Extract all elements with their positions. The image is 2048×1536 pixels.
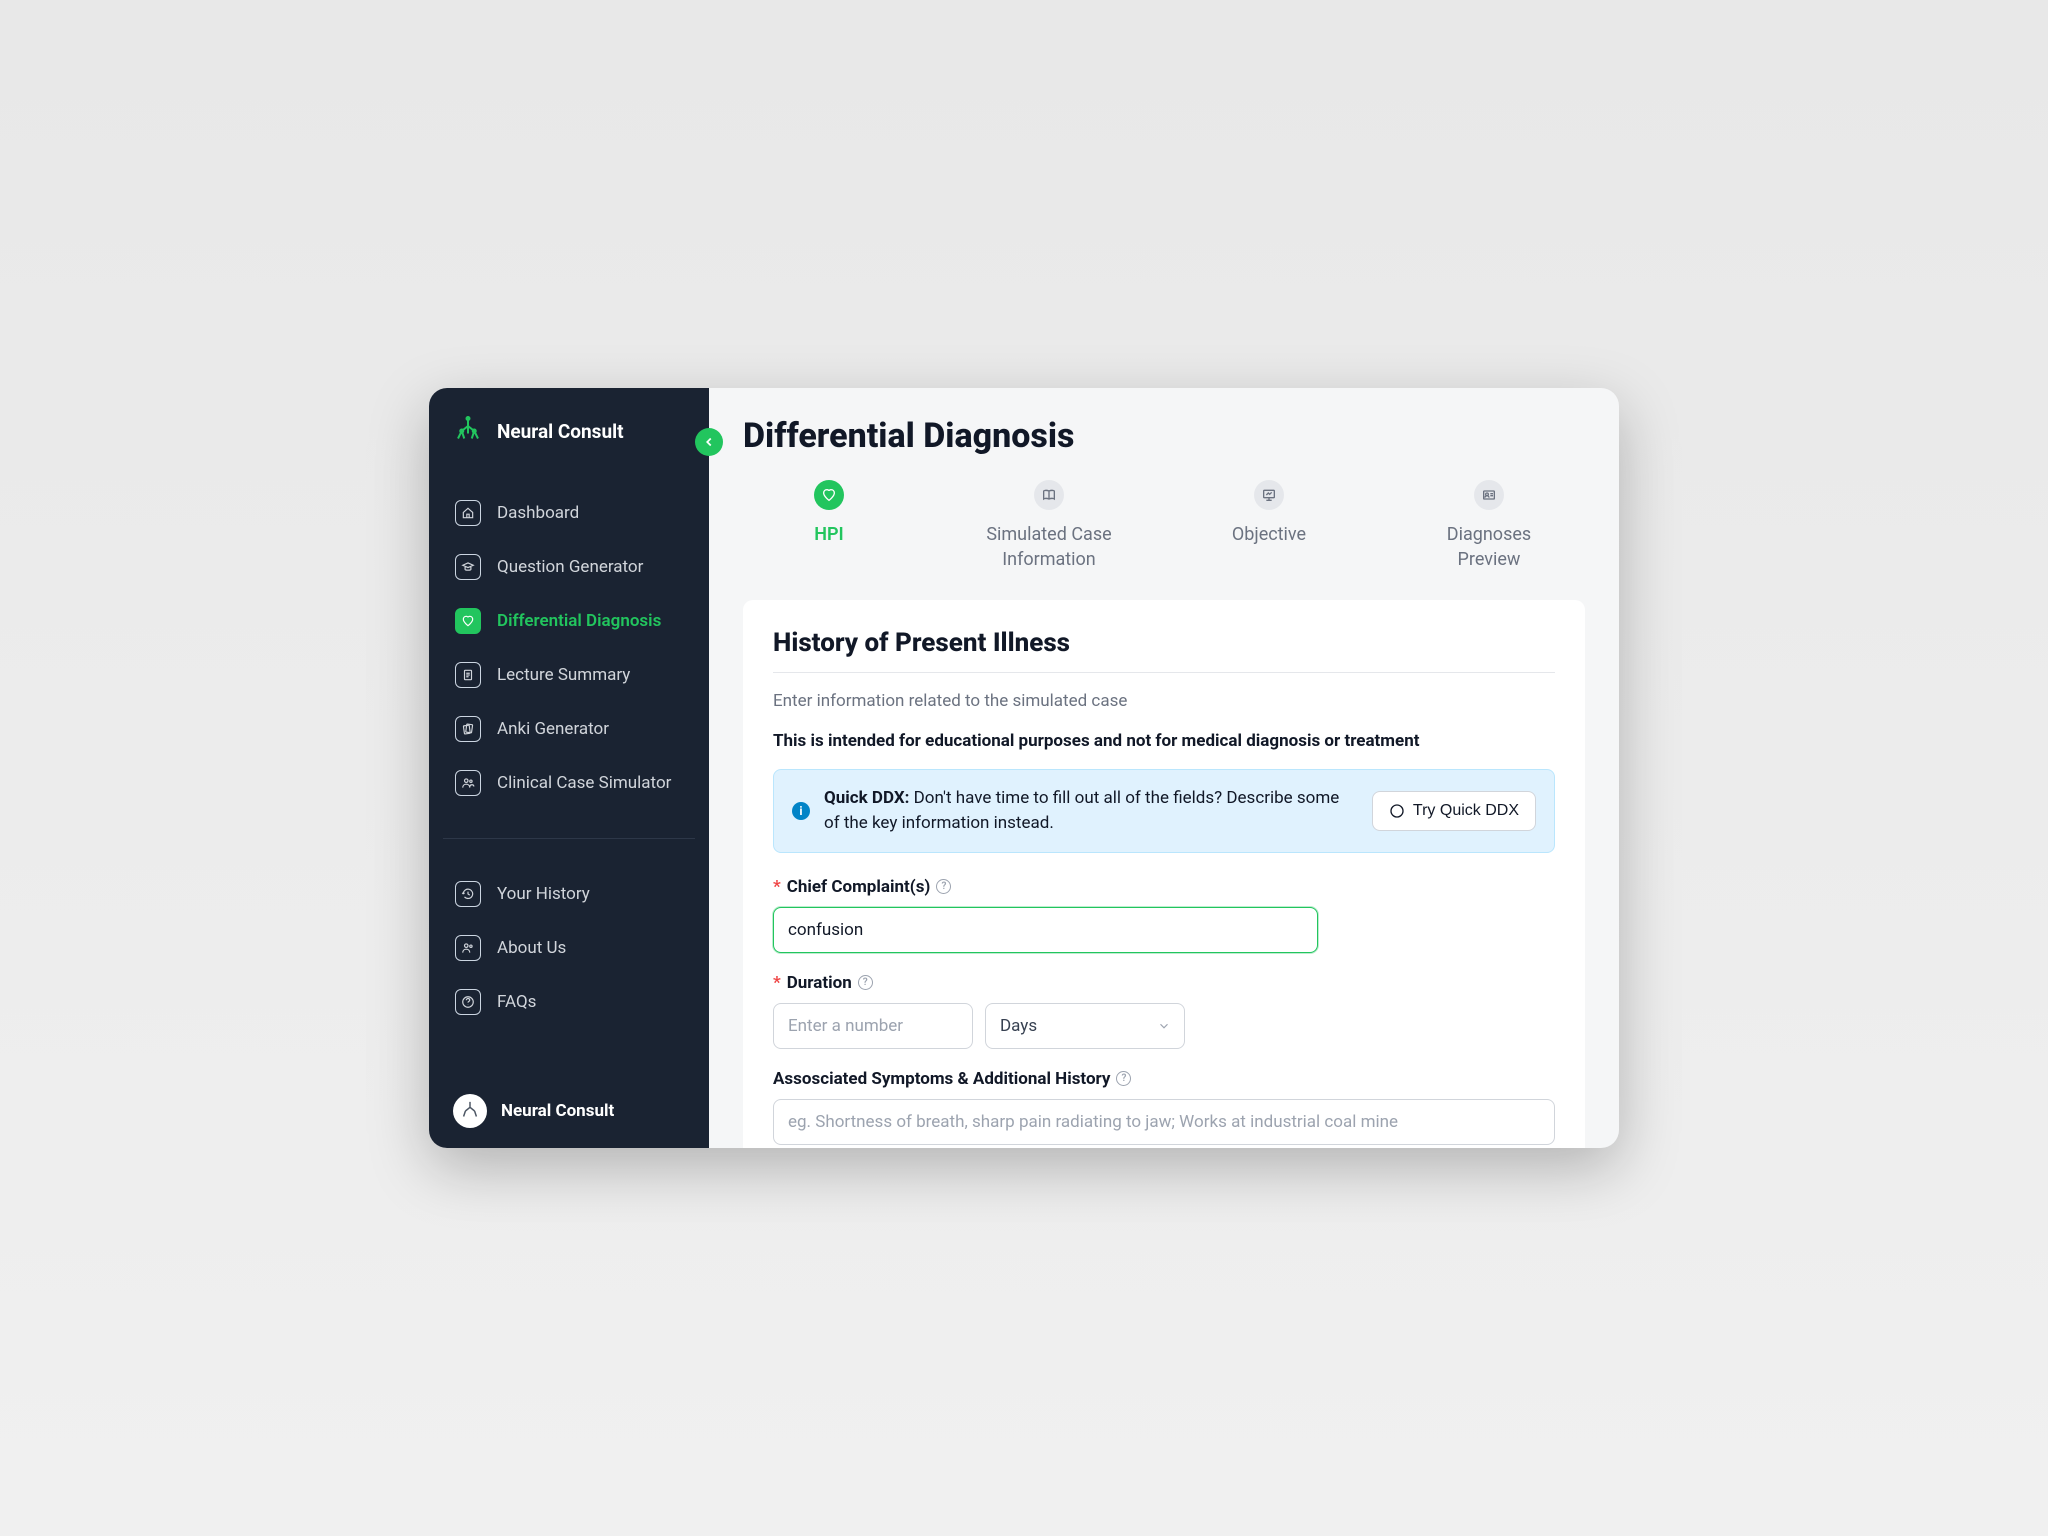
cards-icon (455, 716, 481, 742)
field-label: Assosciated Symptoms & Additional Histor… (773, 1069, 1555, 1089)
people-icon (455, 935, 481, 961)
step-label: Objective (1232, 522, 1306, 547)
document-icon (455, 662, 481, 688)
question-icon (455, 989, 481, 1015)
step-hpi[interactable]: HPI (759, 480, 899, 572)
sidebar-item-label: Question Generator (497, 557, 643, 577)
quick-ddx-alert: i Quick DDX: Don't have time to fill out… (773, 769, 1555, 852)
sidebar-item-label: Anki Generator (497, 719, 609, 739)
avatar (453, 1094, 487, 1128)
help-icon[interactable]: ? (858, 975, 873, 990)
stepper: HPI Simulated Case Information Objective… (743, 480, 1585, 572)
id-card-icon (1474, 480, 1504, 510)
disclaimer-text: This is intended for educational purpose… (773, 731, 1555, 751)
help-icon[interactable]: ? (1116, 1071, 1131, 1086)
chief-complaint-input[interactable] (773, 907, 1318, 953)
heart-icon (814, 480, 844, 510)
duration-unit-select-wrap: Days (985, 1003, 1185, 1049)
sidebar-item-about-us[interactable]: About Us (443, 921, 695, 975)
history-icon (455, 881, 481, 907)
graduation-icon (455, 554, 481, 580)
info-icon: i (792, 802, 810, 820)
brand-name: Neural Consult (497, 420, 624, 443)
sidebar-item-label: About Us (497, 938, 566, 958)
nav-secondary: Your History About Us FAQs (429, 857, 709, 1039)
field-label: * Chief Complaint(s) ? (773, 877, 1555, 897)
sidebar: Neural Consult Dashboard Question Genera… (429, 388, 709, 1148)
alert-text: Quick DDX: Don't have time to fill out a… (824, 786, 1358, 835)
field-associated-symptoms: Assosciated Symptoms & Additional Histor… (773, 1069, 1555, 1145)
associated-symptoms-input[interactable] (773, 1099, 1555, 1145)
app-window: Neural Consult Dashboard Question Genera… (429, 388, 1619, 1148)
sidebar-item-label: Dashboard (497, 503, 579, 523)
step-label: Diagnoses Preview (1419, 522, 1559, 572)
divider (773, 672, 1555, 673)
sidebar-item-differential-diagnosis[interactable]: Differential Diagnosis (443, 594, 695, 648)
book-icon (1034, 480, 1064, 510)
label-text: Chief Complaint(s) (787, 877, 931, 897)
sidebar-item-label: Differential Diagnosis (497, 611, 661, 631)
nav-divider (443, 838, 695, 839)
sidebar-item-label: Lecture Summary (497, 665, 630, 685)
chat-icon (1389, 803, 1405, 819)
neuron-icon (453, 416, 483, 446)
sidebar-item-question-generator[interactable]: Question Generator (443, 540, 695, 594)
sidebar-item-anki-generator[interactable]: Anki Generator (443, 702, 695, 756)
button-label: Try Quick DDX (1413, 802, 1519, 820)
field-chief-complaint: * Chief Complaint(s) ? (773, 877, 1555, 953)
step-objective[interactable]: Objective (1199, 480, 1339, 572)
sidebar-item-label: Your History (497, 884, 590, 904)
presentation-icon (1254, 480, 1284, 510)
step-diagnoses-preview[interactable]: Diagnoses Preview (1419, 480, 1559, 572)
sidebar-item-dashboard[interactable]: Dashboard (443, 486, 695, 540)
sidebar-item-clinical-case-simulator[interactable]: Clinical Case Simulator (443, 756, 695, 810)
field-duration: * Duration ? Days (773, 973, 1555, 1049)
help-icon[interactable]: ? (936, 879, 951, 894)
duration-row: Days (773, 1003, 1555, 1049)
form-card: History of Present Illness Enter informa… (743, 600, 1585, 1148)
people-icon (455, 770, 481, 796)
heart-icon (455, 608, 481, 634)
field-label: * Duration ? (773, 973, 1555, 993)
footer-user[interactable]: Neural Consult (429, 1078, 709, 1148)
page-title: Differential Diagnosis (743, 416, 1585, 456)
sidebar-item-lecture-summary[interactable]: Lecture Summary (443, 648, 695, 702)
duration-number-input[interactable] (773, 1003, 973, 1049)
main-content: Differential Diagnosis HPI Simulated Cas… (709, 388, 1619, 1148)
sidebar-item-your-history[interactable]: Your History (443, 867, 695, 921)
home-icon (455, 500, 481, 526)
alert-headline: Quick DDX: (824, 788, 909, 808)
step-label: Simulated Case Information (979, 522, 1119, 572)
sidebar-item-label: FAQs (497, 992, 536, 1012)
try-quick-ddx-button[interactable]: Try Quick DDX (1372, 791, 1536, 831)
required-asterisk: * (773, 973, 781, 993)
required-asterisk: * (773, 877, 781, 897)
duration-unit-select[interactable]: Days (985, 1003, 1185, 1049)
sidebar-item-faqs[interactable]: FAQs (443, 975, 695, 1029)
brand: Neural Consult (429, 416, 709, 476)
label-text: Assosciated Symptoms & Additional Histor… (773, 1069, 1110, 1089)
sidebar-collapse-button[interactable] (695, 428, 723, 456)
footer-user-name: Neural Consult (501, 1101, 614, 1121)
sidebar-item-label: Clinical Case Simulator (497, 773, 671, 793)
nav-primary: Dashboard Question Generator Differentia… (429, 476, 709, 820)
card-subtitle: Enter information related to the simulat… (773, 691, 1555, 711)
step-simulated-case[interactable]: Simulated Case Information (979, 480, 1119, 572)
step-label: HPI (814, 522, 843, 547)
label-text: Duration (787, 973, 852, 993)
card-title: History of Present Illness (773, 628, 1555, 658)
